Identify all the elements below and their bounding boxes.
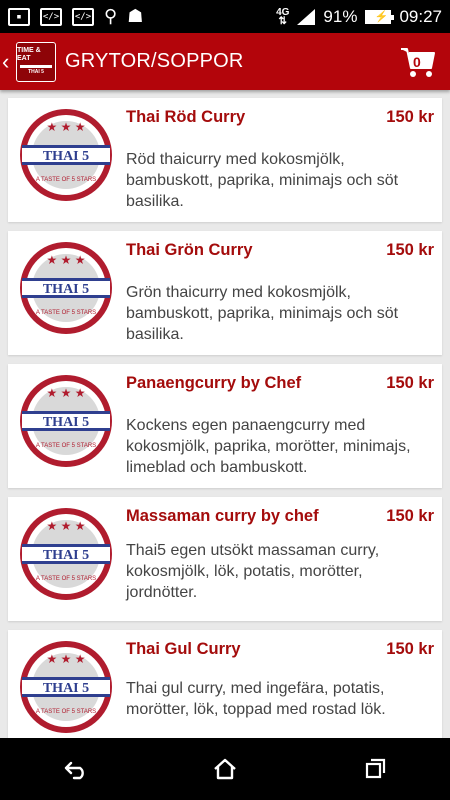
- item-description: Thai5 egen utsökt massaman curry, kokosm…: [126, 542, 380, 601]
- back-nav-button[interactable]: [55, 749, 95, 789]
- svg-text:THAI 5: THAI 5: [43, 548, 89, 563]
- page-title: GRYTOR/SOPPOR: [65, 50, 244, 72]
- menu-item[interactable]: THAI 5 A TASTE OF 5 STARS ★ ★ ★ Thai Grö…: [8, 231, 442, 355]
- svg-text:★ ★ ★: ★ ★ ★: [47, 253, 86, 267]
- menu-item[interactable]: THAI 5 A TASTE OF 5 STARS ★ ★ ★ Panaengc…: [8, 364, 442, 488]
- home-icon: [214, 758, 236, 780]
- code-icon: </>: [40, 7, 62, 26]
- svg-text:★ ★ ★: ★ ★ ★: [47, 652, 86, 666]
- recents-icon: [365, 758, 386, 779]
- app-logo[interactable]: TIME & EAT THAI 5: [16, 41, 56, 82]
- thai5-badge-icon: THAI 5 A TASTE OF 5 STARS ★ ★ ★: [20, 375, 112, 467]
- item-description: Kockens egen panaengcurry med kokosmjölk…: [126, 417, 411, 476]
- thai5-badge-icon: THAI 5 A TASTE OF 5 STARS ★ ★ ★: [20, 242, 112, 334]
- menu-list: THAI 5 A TASTE OF 5 STARS ★ ★ ★ Thai Röd…: [8, 98, 442, 763]
- back-icon[interactable]: ‹: [2, 49, 16, 75]
- item-price: 150 kr: [386, 507, 434, 525]
- back-arrow-icon: [64, 761, 84, 780]
- item-price: 150 kr: [386, 241, 434, 259]
- svg-text:★ ★ ★: ★ ★ ★: [47, 386, 86, 400]
- image-icon: ▪: [8, 7, 30, 26]
- svg-text:THAI 5: THAI 5: [43, 415, 89, 430]
- battery-icon: ⚡: [365, 9, 395, 24]
- signal-icon: [297, 8, 316, 25]
- svg-text:THAI 5: THAI 5: [43, 681, 89, 696]
- thai5-badge-icon: THAI 5 A TASTE OF 5 STARS ★ ★ ★: [20, 508, 112, 600]
- battery-percent: 91%: [323, 6, 358, 26]
- menu-item[interactable]: THAI 5 A TASTE OF 5 STARS ★ ★ ★ Massaman…: [8, 497, 442, 621]
- menu-item[interactable]: THAI 5 A TASTE OF 5 STARS ★ ★ ★ Thai Gul…: [8, 630, 442, 754]
- svg-text:A TASTE OF 5 STARS: A TASTE OF 5 STARS: [36, 709, 96, 715]
- navigation-bar: [0, 738, 450, 800]
- usb-icon: ⚲: [104, 6, 118, 26]
- svg-text:THAI 5: THAI 5: [43, 149, 89, 164]
- clock: 09:27: [399, 6, 442, 26]
- item-price: 150 kr: [386, 108, 434, 126]
- svg-text:A TASTE OF 5 STARS: A TASTE OF 5 STARS: [36, 310, 96, 316]
- item-name: Thai Gul Curry: [126, 640, 241, 658]
- android-icon: ☗: [127, 6, 144, 26]
- status-bar: ▪ </> </> ⚲ ☗ 4G ⇅ 91% ⚡ 09:27: [0, 0, 450, 33]
- svg-text:A TASTE OF 5 STARS: A TASTE OF 5 STARS: [36, 177, 96, 183]
- home-nav-button[interactable]: [205, 749, 245, 789]
- code-icon: </>: [72, 7, 94, 26]
- item-description: Röd thaicurry med kokosmjölk, bambuskott…: [126, 151, 399, 210]
- item-price: 150 kr: [386, 640, 434, 658]
- app-bar: ‹ TIME & EAT THAI 5 GRYTOR/SOPPOR 0: [0, 33, 450, 90]
- thai5-badge-icon: THAI 5 A TASTE OF 5 STARS ★ ★ ★: [20, 109, 112, 201]
- item-name: Thai Grön Curry: [126, 241, 253, 259]
- svg-text:★ ★ ★: ★ ★ ★: [47, 120, 86, 134]
- svg-text:A TASTE OF 5 STARS: A TASTE OF 5 STARS: [36, 576, 96, 582]
- thai5-badge-icon: THAI 5 A TASTE OF 5 STARS ★ ★ ★: [20, 641, 112, 733]
- recents-nav-button[interactable]: [355, 749, 395, 789]
- item-price: 150 kr: [386, 374, 434, 392]
- item-description: Grön thaicurry med kokosmjölk, bambuskot…: [126, 284, 399, 343]
- cart-button[interactable]: 0: [400, 46, 436, 78]
- svg-text:A TASTE OF 5 STARS: A TASTE OF 5 STARS: [36, 443, 96, 449]
- svg-text:THAI 5: THAI 5: [43, 282, 89, 297]
- menu-item[interactable]: THAI 5 A TASTE OF 5 STARS ★ ★ ★ Thai Röd…: [8, 98, 442, 222]
- item-description: Thai gul curry, med ingefära, potatis, m…: [126, 680, 386, 718]
- cart-count: 0: [413, 53, 421, 70]
- network-indicator: 4G ⇅: [276, 6, 290, 27]
- item-name: Thai Röd Curry: [126, 108, 246, 126]
- item-name: Panaengcurry by Chef: [126, 374, 302, 392]
- svg-text:★ ★ ★: ★ ★ ★: [47, 519, 86, 533]
- item-name: Massaman curry by chef: [126, 507, 319, 525]
